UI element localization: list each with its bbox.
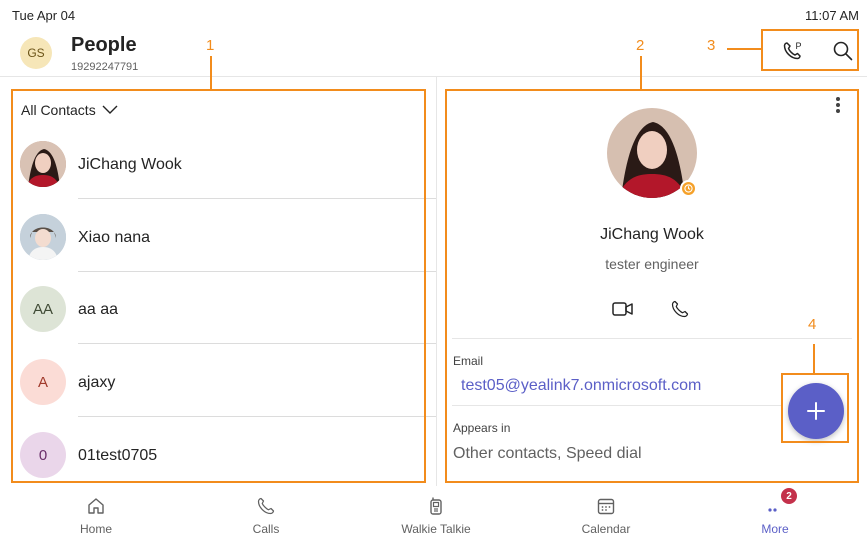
user-avatar[interactable]: GS	[20, 37, 52, 69]
contact-name: ajaxy	[78, 374, 116, 391]
pane-divider	[436, 77, 437, 486]
plus-icon	[807, 402, 825, 420]
search-icon	[833, 41, 853, 61]
phone-icon	[254, 494, 278, 518]
nav-item-calendar[interactable]: Calendar	[566, 486, 646, 542]
bottom-navigation: Home Calls Walkie Talkie Calendar 2 More	[0, 486, 867, 542]
status-bar: Tue Apr 04 11:07 AM	[0, 0, 867, 30]
contact-avatar-initials: A	[20, 359, 66, 405]
detail-divider	[452, 405, 782, 406]
audio-call-button[interactable]	[665, 294, 695, 324]
contact-avatar-photo	[20, 141, 66, 187]
status-date: Tue Apr 04	[12, 8, 76, 23]
home-icon	[84, 494, 108, 518]
contact-row[interactable]: 0 01test0705	[20, 419, 436, 491]
detail-job-title: tester engineer	[605, 256, 699, 272]
walkie-talkie-icon	[424, 494, 448, 518]
contact-name: Xiao nana	[78, 229, 151, 246]
annotation-number-4: 4	[808, 316, 817, 333]
kebab-dot	[836, 97, 840, 101]
svg-text:P: P	[796, 41, 802, 51]
page-title: People	[71, 34, 137, 56]
user-phone-number: 19292247791	[71, 61, 139, 73]
status-time: 11:07 AM	[805, 8, 859, 23]
appears-in-label: Appears in	[453, 421, 511, 435]
video-camera-icon	[612, 302, 633, 316]
contacts-filter-dropdown[interactable]: All Contacts	[21, 102, 118, 118]
more-icon: 2	[763, 488, 797, 518]
contact-avatar-photo	[20, 214, 66, 260]
appears-in-value: Other contacts, Speed dial	[453, 445, 642, 462]
phone-icon	[671, 300, 689, 318]
email-label: Email	[453, 354, 484, 368]
annotation-number-3: 3	[707, 37, 716, 54]
nav-label: Home	[79, 522, 112, 536]
search-button[interactable]	[829, 37, 857, 65]
row-divider	[78, 271, 436, 272]
contact-name: 01test0705	[78, 447, 158, 464]
nav-item-walkie-talkie[interactable]: Walkie Talkie	[386, 486, 486, 542]
contact-row[interactable]: JiChang Wook	[20, 128, 436, 200]
contact-avatar-initials: AA	[20, 286, 66, 332]
add-button[interactable]	[788, 383, 844, 439]
row-divider	[78, 416, 436, 417]
contact-row[interactable]: A ajaxy	[20, 346, 436, 418]
contact-name: JiChang Wook	[78, 156, 182, 173]
more-options-button[interactable]	[830, 94, 846, 116]
video-call-button[interactable]	[608, 294, 638, 324]
contact-name: aa aa	[78, 301, 119, 318]
avatar-initials: A	[37, 373, 48, 391]
annotation-arrow-2	[640, 56, 642, 89]
contact-avatar-initials: 0	[20, 432, 66, 478]
phone-park-icon: P	[783, 41, 802, 60]
nav-label: Walkie Talkie	[401, 522, 471, 536]
chevron-down-icon	[102, 105, 118, 114]
filter-label: All Contacts	[21, 102, 96, 118]
avatar-initials: 0	[38, 446, 48, 464]
nav-label: Calendar	[581, 522, 631, 536]
nav-item-home[interactable]: Home	[56, 486, 136, 542]
nav-label: Calls	[252, 522, 280, 536]
annotation-arrow-3	[727, 48, 761, 50]
avatar-initials: AA	[32, 300, 53, 318]
calendar-icon	[594, 494, 618, 518]
nav-item-calls[interactable]: Calls	[226, 486, 306, 542]
annotation-arrow-4	[813, 344, 815, 373]
detail-divider	[452, 338, 852, 339]
row-divider	[78, 198, 436, 199]
header-divider	[0, 76, 867, 77]
woman-portrait-icon	[20, 141, 66, 187]
notification-badge: 2	[781, 488, 797, 504]
annotation-arrow-1	[210, 56, 212, 89]
clock-icon	[684, 184, 693, 193]
contact-row[interactable]: AA aa aa	[20, 273, 436, 345]
detail-contact-name: JiChang Wook	[600, 226, 704, 243]
annotation-number-1: 1	[206, 37, 215, 54]
kebab-dot	[836, 109, 840, 113]
kebab-dot	[836, 103, 840, 107]
presence-away-badge	[680, 180, 697, 197]
row-divider	[78, 343, 436, 344]
park-call-button[interactable]: P	[779, 37, 807, 65]
annotation-number-2: 2	[636, 37, 645, 54]
contact-row[interactable]: Xiao nana	[20, 201, 436, 273]
nav-item-more[interactable]: 2 More	[735, 486, 815, 542]
nav-label: More	[761, 522, 789, 536]
email-link[interactable]: test05@yealink7.onmicrosoft.com	[461, 377, 701, 395]
person-portrait-icon	[20, 214, 66, 260]
